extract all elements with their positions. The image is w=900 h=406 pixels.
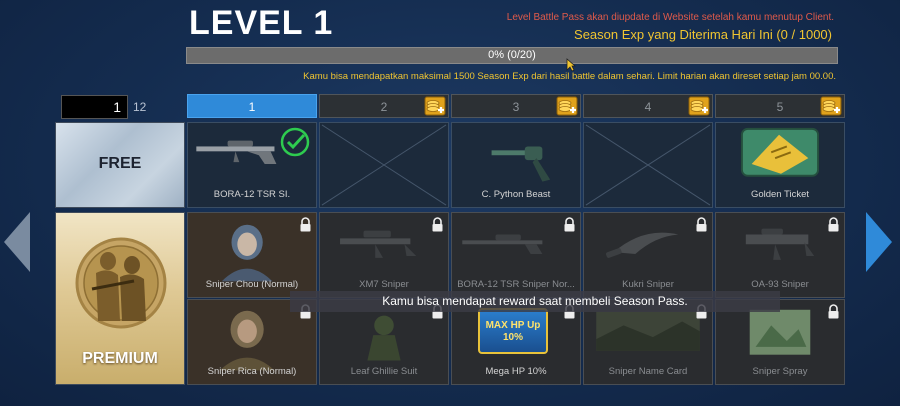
reward-name: XM7 Sniper	[359, 279, 409, 290]
reward-name: BORA-12 TSR SI.	[213, 189, 291, 200]
coin-plus-icon[interactable]	[556, 96, 578, 116]
lock-icon	[696, 217, 707, 232]
lock-icon	[432, 217, 443, 232]
season-pass-tooltip: Kamu bisa mendapat reward saat membeli S…	[290, 291, 780, 312]
free-reward-cell[interactable]: BORA-12 TSR SI.	[187, 122, 317, 208]
reward-name: Leaf Ghillie Suit	[350, 366, 418, 377]
reward-name: Sniper Rica (Normal)	[207, 366, 297, 377]
premium-row-label: PREMIUM	[55, 212, 185, 385]
claimed-check-icon	[280, 127, 310, 157]
coin-plus-icon[interactable]	[424, 96, 446, 116]
lock-icon	[564, 217, 575, 232]
update-notice: Level Battle Pass akan diupdate di Websi…	[506, 12, 834, 23]
premium-reward-cell[interactable]: BORA-12 TSR Sniper Nor...	[451, 212, 581, 298]
free-row-label: FREE	[55, 122, 185, 208]
season-exp-label: Season Exp yang Diterima Hari Ini (0 / 1…	[574, 27, 832, 42]
tab-level-4[interactable]: 4	[583, 94, 713, 118]
tab-level-1[interactable]: 1	[187, 94, 317, 118]
empty-slot-icon	[321, 124, 447, 206]
lock-icon	[828, 304, 839, 319]
tab-label: 3	[512, 100, 520, 114]
premium-reward-cell[interactable]: Sniper Chou (Normal)	[187, 212, 317, 298]
mega-hp-item-icon: MAX HP Up 10%	[478, 308, 548, 354]
tab-level-3[interactable]: 3	[451, 94, 581, 118]
free-reward-cell[interactable]: Golden Ticket	[715, 122, 845, 208]
exp-progress-text: 0% (0/20)	[488, 49, 536, 61]
tab-level-2[interactable]: 2	[319, 94, 449, 118]
reward-name: C. Python Beast	[481, 189, 551, 200]
tab-label: 2	[380, 100, 388, 114]
reward-name: Kukri Sniper	[622, 279, 674, 290]
premium-label-text: PREMIUM	[82, 350, 158, 367]
reward-name: Golden Ticket	[750, 189, 810, 200]
reward-name: Sniper Spray	[752, 366, 808, 377]
premium-soldiers-emblem	[75, 237, 167, 329]
reward-name: Mega HP 10%	[485, 366, 547, 377]
lock-icon	[828, 217, 839, 232]
reward-name: Sniper Name Card	[608, 366, 688, 377]
tab-label: 4	[644, 100, 652, 114]
exp-progress-bar: 0% (0/20)	[186, 47, 838, 64]
reward-name: BORA-12 TSR Sniper Nor...	[457, 279, 575, 290]
mouse-cursor-icon	[566, 58, 576, 72]
page-number-input[interactable]: 1	[61, 95, 128, 119]
free-label-text: FREE	[98, 155, 142, 172]
premium-reward-cell[interactable]: Kukri Sniper	[583, 212, 713, 298]
next-page-arrow-icon[interactable]	[864, 210, 894, 274]
reward-name: Sniper Chou (Normal)	[205, 279, 299, 290]
tab-label: 5	[776, 100, 784, 114]
daily-limit-note: Kamu bisa mendapatkan maksimal 1500 Seas…	[303, 71, 836, 82]
empty-slot-icon	[585, 124, 711, 206]
free-reward-cell-empty	[583, 122, 713, 208]
premium-reward-cell[interactable]: OA-93 Sniper	[715, 212, 845, 298]
coin-plus-icon[interactable]	[688, 96, 710, 116]
mega-hp-art-text: MAX HP Up 10%	[485, 320, 541, 343]
premium-reward-cell[interactable]: XM7 Sniper	[319, 212, 449, 298]
page-total: 12	[133, 100, 147, 114]
coin-plus-icon[interactable]	[820, 96, 842, 116]
previous-page-arrow-icon[interactable]	[2, 210, 32, 274]
tab-level-5[interactable]: 5	[715, 94, 845, 118]
free-reward-cell-empty	[319, 122, 449, 208]
level-title: LEVEL 1	[189, 4, 334, 42]
reward-name: OA-93 Sniper	[751, 279, 809, 290]
lock-icon	[300, 217, 311, 232]
tab-label: 1	[248, 100, 256, 114]
free-reward-cell[interactable]: C. Python Beast	[451, 122, 581, 208]
